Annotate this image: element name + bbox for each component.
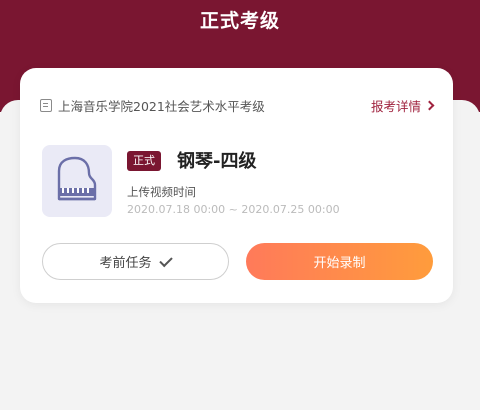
exam-card: 上海音乐学院2021社会艺术水平考级 报考详情 正式 钢琴-四级 上传视频时间 … (20, 68, 453, 303)
pre-exam-task-label: 考前任务 (99, 256, 152, 271)
piano-icon (57, 156, 97, 201)
check-icon (158, 253, 173, 267)
chevron-right-icon (424, 100, 435, 110)
exam-name: 上海音乐学院2021社会艺术水平考级 (58, 98, 265, 114)
subject-title: 钢琴-四级 (177, 151, 257, 172)
start-recording-button[interactable]: 开始录制 (246, 243, 433, 280)
start-recording-label: 开始录制 (313, 256, 366, 271)
page-title: 正式考级 (199, 10, 280, 32)
upload-time-range: 2020.07.18 00:00 ~ 2020.07.25 00:00 (127, 203, 340, 216)
document-icon (40, 98, 52, 112)
upload-time-label: 上传视频时间 (127, 185, 196, 199)
exam-details-label: 报考详情 (370, 98, 421, 114)
instrument-thumbnail (42, 145, 112, 217)
exam-info-row: 上海音乐学院2021社会艺术水平考级 报考详情 (40, 96, 435, 114)
exam-details-link[interactable]: 报考详情 (371, 96, 435, 115)
pre-exam-task-button[interactable]: 考前任务 (42, 243, 229, 280)
level-tag: 正式 (127, 151, 161, 171)
